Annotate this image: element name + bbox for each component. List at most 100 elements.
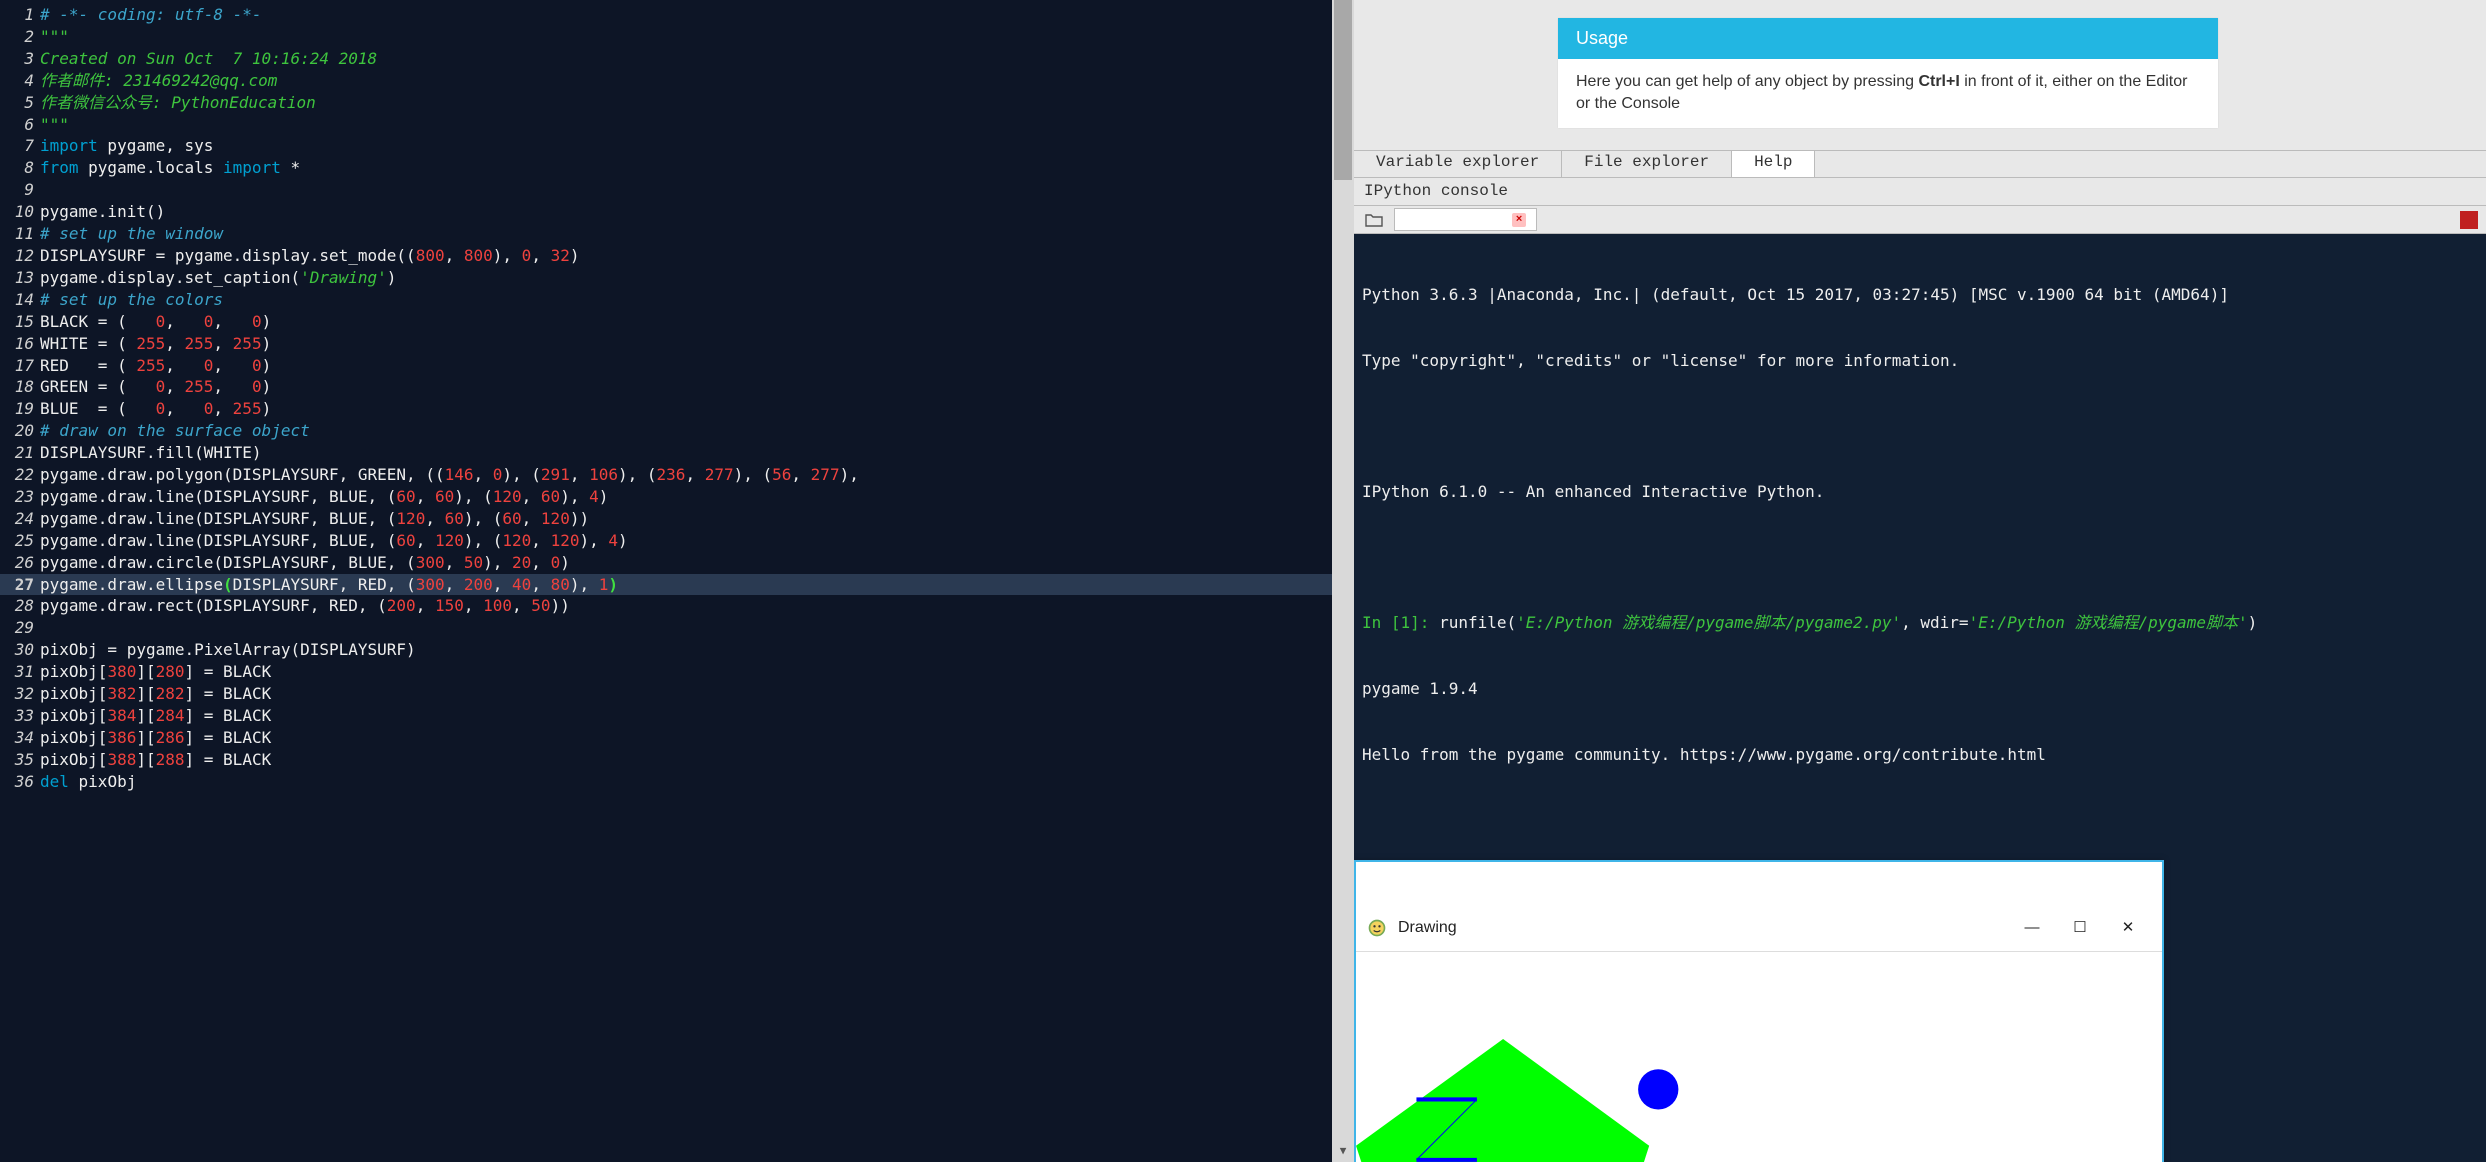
line-number: 10	[0, 201, 40, 223]
line-number: 17	[0, 355, 40, 377]
line-number: 30	[0, 639, 40, 661]
code-line[interactable]: 24pygame.draw.line(DISPLAYSURF, BLUE, (1…	[0, 508, 1354, 530]
usage-title: Usage	[1558, 18, 2218, 59]
code-line[interactable]: 3Created on Sun Oct 7 10:16:24 2018	[0, 48, 1354, 70]
line-number: 2	[0, 26, 40, 48]
code-line[interactable]: 23pygame.draw.line(DISPLAYSURF, BLUE, (6…	[0, 486, 1354, 508]
code-line[interactable]: 31pixObj[380][280] = BLACK	[0, 661, 1354, 683]
code-line[interactable]: 33pixObj[384][284] = BLACK	[0, 705, 1354, 727]
code-line[interactable]: 14# set up the colors	[0, 289, 1354, 311]
console-output: Hello from the pygame community. https:/…	[1362, 744, 2478, 766]
code-line[interactable]: 4作者邮件: 231469242@qq.com	[0, 70, 1354, 92]
help-tabs: Variable explorerFile explorerHelp	[1354, 150, 2486, 178]
line-number: 23	[0, 486, 40, 508]
code-line[interactable]: 6"""	[0, 114, 1354, 136]
code-line[interactable]: 5作者微信公众号: PythonEducation	[0, 92, 1354, 114]
code-line[interactable]: 20# draw on the surface object	[0, 420, 1354, 442]
line-number: 31	[0, 661, 40, 683]
console-banner: IPython 6.1.0 -- An enhanced Interactive…	[1362, 481, 2478, 503]
console-banner: Python 3.6.3 |Anaconda, Inc.| (default, …	[1362, 284, 2478, 306]
line-number: 8	[0, 157, 40, 179]
close-tab-button[interactable]: ×	[1512, 213, 1526, 227]
pygame-titlebar[interactable]: Drawing — ☐ ✕	[1356, 906, 2162, 952]
line-number: 22	[0, 464, 40, 486]
line-number: 13	[0, 267, 40, 289]
code-line[interactable]: 2"""	[0, 26, 1354, 48]
line-number: 35	[0, 749, 40, 771]
pygame-surface	[1356, 996, 2162, 1162]
line-number: 33	[0, 705, 40, 727]
browse-folder-button[interactable]	[1360, 208, 1388, 232]
code-editor[interactable]: 1# -*- coding: utf-8 -*-2"""3Created on …	[0, 0, 1354, 1162]
code-line[interactable]: 21DISPLAYSURF.fill(WHITE)	[0, 442, 1354, 464]
line-number: 14	[0, 289, 40, 311]
minimize-button[interactable]: —	[2008, 918, 2056, 939]
ipython-console[interactable]: Python 3.6.3 |Anaconda, Inc.| (default, …	[1354, 234, 2486, 1162]
close-button[interactable]: ✕	[2104, 918, 2152, 939]
code-line[interactable]: 35pixObj[388][288] = BLACK	[0, 749, 1354, 771]
code-line[interactable]: 34pixObj[386][286] = BLACK	[0, 727, 1354, 749]
line-number: 27	[0, 574, 40, 596]
code-line[interactable]: 27pygame.draw.ellipse(DISPLAYSURF, RED, …	[0, 574, 1354, 596]
console-output: pygame 1.9.4	[1362, 678, 2478, 700]
line-number: 28	[0, 595, 40, 617]
code-line[interactable]: 15BLACK = ( 0, 0, 0)	[0, 311, 1354, 333]
code-line[interactable]: 11# set up the window	[0, 223, 1354, 245]
console-tabbar: Console 1/A ×	[1354, 206, 2486, 234]
code-line[interactable]: 26pygame.draw.circle(DISPLAYSURF, BLUE, …	[0, 552, 1354, 574]
green-polygon	[1356, 1039, 1649, 1162]
scroll-thumb[interactable]	[1334, 0, 1352, 180]
line-number: 11	[0, 223, 40, 245]
right-panel: Usage Here you can get help of any objec…	[1354, 0, 2486, 1162]
pygame-window[interactable]: Drawing — ☐ ✕	[1354, 860, 2164, 1162]
line-number: 29	[0, 617, 40, 639]
code-line[interactable]: 12DISPLAYSURF = pygame.display.set_mode(…	[0, 245, 1354, 267]
line-number: 36	[0, 771, 40, 793]
tab-file-explorer[interactable]: File explorer	[1562, 151, 1732, 177]
line-number: 1	[0, 4, 40, 26]
line-number: 32	[0, 683, 40, 705]
code-line[interactable]: 1# -*- coding: utf-8 -*-	[0, 4, 1354, 26]
line-number: 24	[0, 508, 40, 530]
usage-card: Usage Here you can get help of any objec…	[1558, 18, 2218, 128]
code-line[interactable]: 8from pygame.locals import *	[0, 157, 1354, 179]
line-number: 34	[0, 727, 40, 749]
console-tab-label: Console 1/A	[1405, 211, 1504, 228]
code-line[interactable]: 13pygame.display.set_caption('Drawing')	[0, 267, 1354, 289]
line-number: 25	[0, 530, 40, 552]
code-line[interactable]: 25pygame.draw.line(DISPLAYSURF, BLUE, (6…	[0, 530, 1354, 552]
code-editor-pane: 1# -*- coding: utf-8 -*-2"""3Created on …	[0, 0, 1354, 1162]
code-line[interactable]: 10pygame.init()	[0, 201, 1354, 223]
help-panel: Usage Here you can get help of any objec…	[1354, 0, 2486, 150]
pygame-icon	[1366, 917, 1388, 939]
line-number: 18	[0, 376, 40, 398]
console-tab[interactable]: Console 1/A ×	[1394, 208, 1537, 231]
code-line[interactable]: 30pixObj = pygame.PixelArray(DISPLAYSURF…	[0, 639, 1354, 661]
code-line[interactable]: 16WHITE = ( 255, 255, 255)	[0, 333, 1354, 355]
line-number: 19	[0, 398, 40, 420]
tab-variable-explorer[interactable]: Variable explorer	[1354, 151, 1562, 177]
scroll-down-arrow[interactable]: ▼	[1332, 1140, 1354, 1162]
blue-circle	[1638, 1070, 1678, 1110]
console-title: IPython console	[1354, 178, 2486, 206]
code-line[interactable]: 7import pygame, sys	[0, 135, 1354, 157]
code-line[interactable]: 36del pixObj	[0, 771, 1354, 793]
stop-kernel-button[interactable]	[2460, 211, 2478, 229]
line-number: 5	[0, 92, 40, 114]
line-number: 26	[0, 552, 40, 574]
line-number: 9	[0, 179, 40, 201]
tab-help[interactable]: Help	[1732, 151, 1815, 177]
editor-scrollbar[interactable]: ▲ ▼	[1332, 0, 1354, 1162]
code-line[interactable]: 9	[0, 179, 1354, 201]
line-number: 6	[0, 114, 40, 136]
console-input-line: In [1]: runfile('E:/Python 游戏编程/pygame脚本…	[1362, 612, 2478, 634]
code-line[interactable]: 22pygame.draw.polygon(DISPLAYSURF, GREEN…	[0, 464, 1354, 486]
code-line[interactable]: 32pixObj[382][282] = BLACK	[0, 683, 1354, 705]
code-line[interactable]: 18GREEN = ( 0, 255, 0)	[0, 376, 1354, 398]
code-line[interactable]: 28pygame.draw.rect(DISPLAYSURF, RED, (20…	[0, 595, 1354, 617]
line-number: 12	[0, 245, 40, 267]
code-line[interactable]: 29	[0, 617, 1354, 639]
code-line[interactable]: 19BLUE = ( 0, 0, 255)	[0, 398, 1354, 420]
maximize-button[interactable]: ☐	[2056, 918, 2104, 939]
code-line[interactable]: 17RED = ( 255, 0, 0)	[0, 355, 1354, 377]
